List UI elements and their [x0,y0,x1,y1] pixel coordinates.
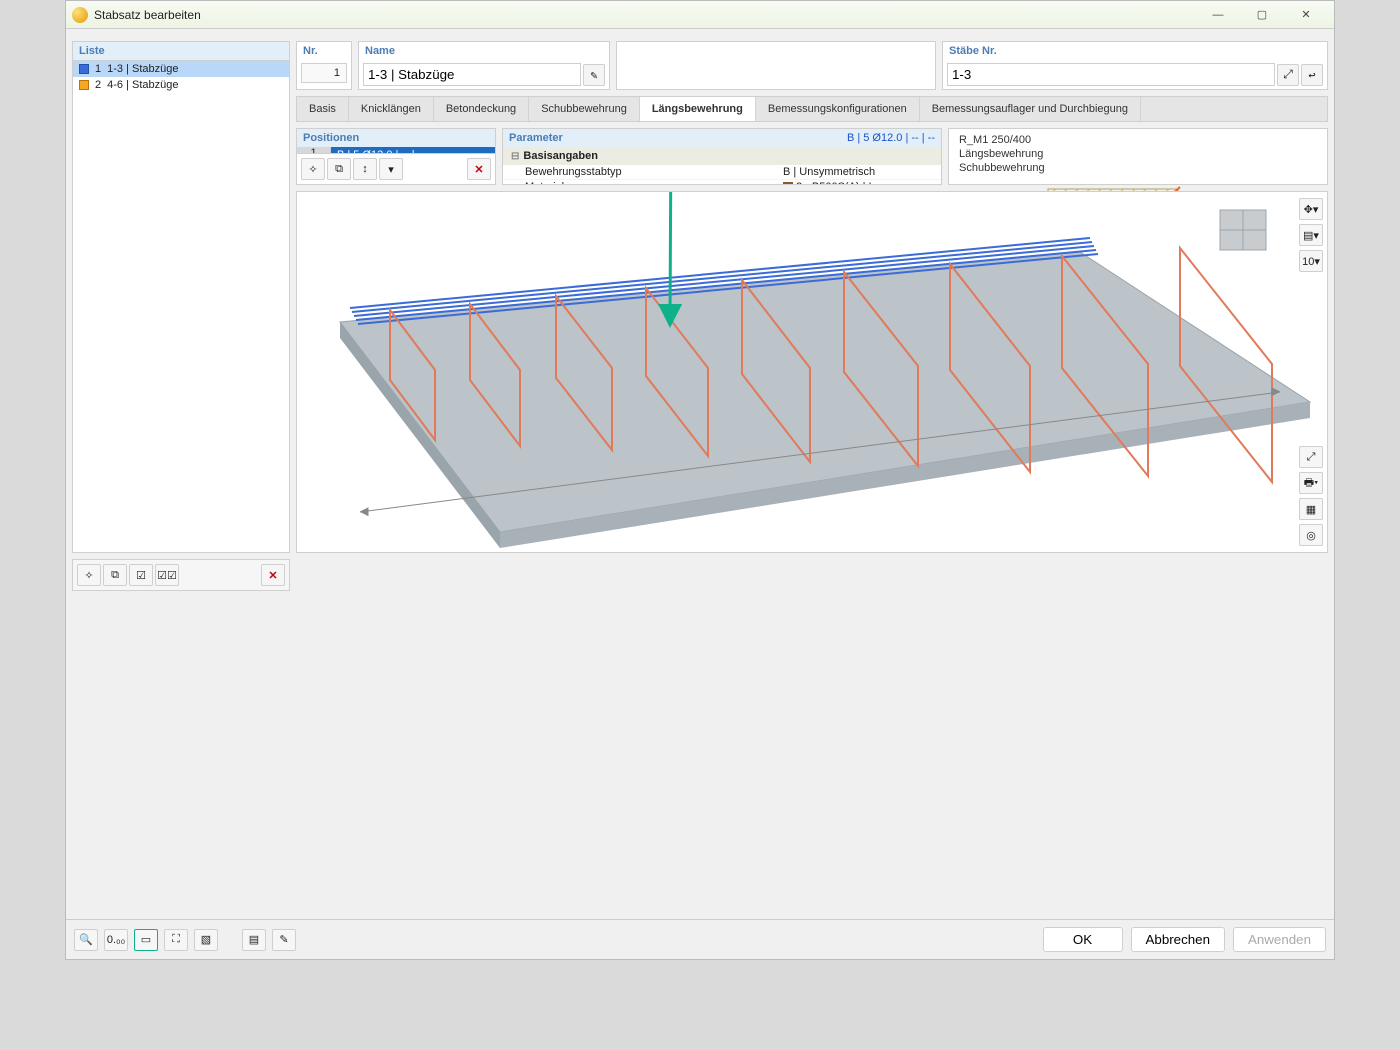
liste-item[interactable]: 2 4-6 | Stabzüge [73,77,289,93]
section-label-2: Längsbewehrung [959,147,1317,161]
view-chart-button[interactable]: ▦ [1299,498,1323,520]
titlebar: Stabsatz bearbeiten — ▢ ✕ [66,1,1334,29]
close-icon: ✕ [474,163,483,176]
new-icon: ✧ [308,163,317,176]
swatch-icon [79,80,89,90]
tab-knicklaengen[interactable]: Knicklängen [349,97,434,121]
edit-name-button[interactable]: ✎ [583,64,605,86]
axis-toggle-button[interactable]: ✥▾ [1299,198,1323,220]
copy-icon: ⧉ [335,163,343,176]
chevron-down-icon: ▾ [388,163,394,176]
tabs: Basis Knicklängen Betondeckung Schubbewe… [296,96,1328,122]
refresh-button[interactable]: ↩ [1301,64,1323,86]
extra2-button[interactable]: ✎ [272,929,296,951]
new-button[interactable]: ✧ [301,158,325,180]
help-button[interactable]: 🔍 [74,929,98,951]
viewmode2-button[interactable]: ⛶ [164,929,188,951]
section-label-1: R_M1 250/400 [959,133,1317,147]
sort-button[interactable]: ↕ [353,158,377,180]
param-value[interactable]: 2 - B500S(A) | I... [783,181,903,184]
liste-delete-button[interactable]: ✕ [261,564,285,586]
tab-betondeckung[interactable]: Betondeckung [434,97,529,121]
ok-button[interactable]: OK [1043,927,1123,952]
window: Stabsatz bearbeiten — ▢ ✕ Liste 1 1- [65,0,1335,960]
delete-button[interactable]: ✕ [467,158,491,180]
liste-check-button[interactable]: ☑ [129,564,153,586]
tab-bemessungskonfig[interactable]: Bemessungskonfigurationen [756,97,920,121]
liste-items: 1 1-3 | Stabzüge 2 4-6 | Stabzüge [73,61,289,552]
param-row[interactable]: Material 2 - B500S(A) | I... [503,180,941,184]
copy-button[interactable]: ⧉ [327,158,351,180]
viewmode1-button[interactable]: ▭ [134,929,158,951]
dialog-button-row: 🔍 0.₀₀ ▭ ⛶ ▧ ▤ ✎ OK Abbrechen Anwenden [66,919,1334,959]
extra1-button[interactable]: ▤ [242,929,266,951]
name-input[interactable] [363,63,581,86]
params-header: Parameter [509,132,847,144]
name-header: Name [359,42,609,60]
param-value[interactable]: B | Unsymmetrisch [783,166,903,178]
liste-item[interactable]: 1 1-3 | Stabzüge [73,61,289,77]
search-icon: 🔍 [79,933,93,946]
units-button[interactable]: 0.₀₀ [104,929,128,951]
view-layers-button[interactable]: ▤▾ [1299,224,1323,246]
swatch-icon [79,64,89,74]
param-row[interactable]: Bewehrungsstabtyp B | Unsymmetrisch [503,165,941,180]
liste-copy-button[interactable]: ⧉ [103,564,127,586]
view-target-button[interactable]: ◎ [1299,524,1323,546]
section-view: R_M1 250/400 Längsbewehrung Schubbewehru… [948,128,1328,185]
liste-header: Liste [73,42,289,61]
picker-icon: ⤢ [1283,67,1293,82]
positions-header: Positionen [297,129,495,147]
close-icon: ✕ [268,569,277,582]
view3d-panel[interactable]: ✥▾ ▤▾ 10▾ ⤢ 🖶▾ ▦ ◎ [296,191,1328,553]
window-title: Stabsatz bearbeiten [94,8,1196,22]
view-annot-button[interactable]: 10▾ [1299,250,1323,272]
liste-new-button[interactable]: ✧ [77,564,101,586]
view-print-button[interactable]: 🖶▾ [1299,472,1323,494]
view-pan-button[interactable]: ⤢ [1299,446,1323,468]
apply-button[interactable]: Anwenden [1233,927,1326,952]
param-label: Material [503,181,691,184]
param-label: Bewehrungsstabtyp [503,166,691,178]
positions-panel: Positionen 1 B | 5 Ø12.0 | -- | -- 2 B |… [296,128,496,185]
tab-laengsbewehrung[interactable]: Längsbewehrung [640,97,756,121]
tab-basis[interactable]: Basis [297,97,349,121]
liste-checkall-button[interactable]: ☑☑ [155,564,179,586]
cancel-button[interactable]: Abbrechen [1131,927,1225,952]
viewmode3-button[interactable]: ▧ [194,929,218,951]
close-button[interactable]: ✕ [1284,2,1328,28]
app-icon [72,7,88,23]
tab-schubbewehrung[interactable]: Schubbewehrung [529,97,640,121]
staebe-input[interactable] [947,63,1275,86]
pick-button[interactable]: ⤢ [1277,64,1299,86]
nr-value: 1 [301,63,347,83]
staebe-header: Stäbe Nr. [943,42,1327,60]
refresh-icon: ↩ [1308,68,1315,82]
minimize-button[interactable]: — [1196,2,1240,28]
tab-bemessungsauflager[interactable]: Bemessungsauflager und Durchbiegung [920,97,1141,121]
params-panel: Parameter B | 5 Ø12.0 | -- | -- Basisang… [502,128,942,185]
params-body[interactable]: BasisangabenBewehrungsstabtyp B | Unsymme… [503,147,941,184]
pencil-icon: ✎ [590,68,597,82]
sort-icon: ↕ [362,163,368,175]
more-button[interactable]: ▾ [379,158,403,180]
liste-bottom-toolbar: ✧ ⧉ ☑ ☑☑ ✕ [72,559,290,591]
nr-header: Nr. [297,42,351,60]
section-label-3: Schubbewehrung [959,161,1317,175]
params-header-right: B | 5 Ø12.0 | -- | -- [847,132,935,144]
maximize-button[interactable]: ▢ [1240,2,1284,28]
param-group-header[interactable]: Basisangaben [503,147,941,165]
